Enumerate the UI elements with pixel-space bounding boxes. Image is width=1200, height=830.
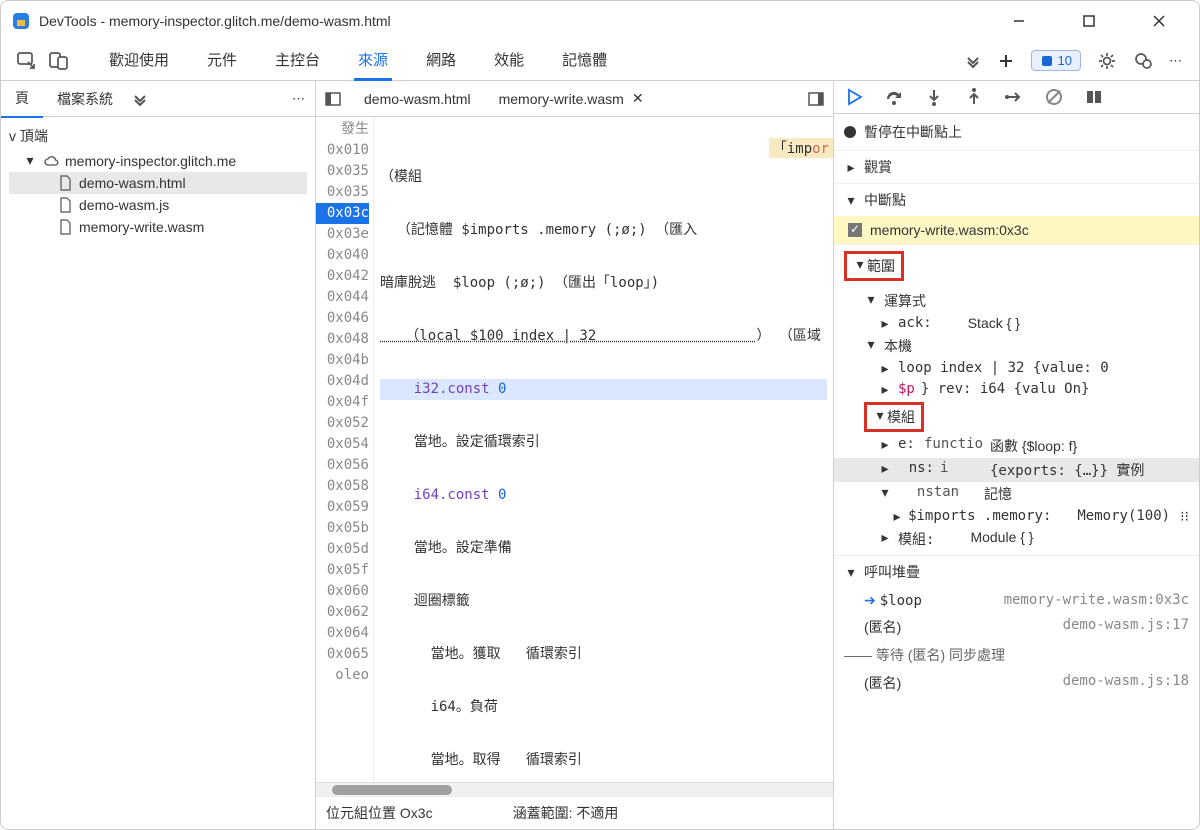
callstack-frame-1[interactable]: (匿名)demo-wasm.js:17	[834, 613, 1199, 641]
editor-horizontal-scrollbar[interactable]	[316, 782, 833, 796]
tree-file-demo-html[interactable]: demo-wasm.html	[9, 172, 307, 194]
main-tabbar: 歡迎使用 元件 主控台 來源 網路 效能 記憶體 10 ⋯	[1, 41, 1199, 81]
scope-module-obj[interactable]: 模組:Module { }	[834, 527, 1199, 551]
close-button[interactable]	[1139, 6, 1179, 36]
window-title: DevTools - memory-inspector.glitch.me/de…	[39, 13, 999, 29]
editor-tab-html[interactable]: demo-wasm.html	[350, 83, 485, 115]
callstack-async-boundary: —— 等待 (匿名) 同步處理	[834, 641, 1199, 669]
status-byte-offset: 位元組位置 Ox3c	[326, 803, 433, 823]
status-coverage: 涵蓋範圍: 不適用	[513, 803, 619, 823]
titlebar: DevTools - memory-inspector.glitch.me/de…	[1, 1, 1199, 41]
gutter: 發生 0x010 0x035 0x035 0x03c 0x03e 0x040 0…	[316, 117, 374, 782]
deactivate-bp-icon[interactable]	[1044, 87, 1064, 107]
resume-icon[interactable]	[844, 87, 864, 107]
issues-count: 10	[1058, 53, 1072, 68]
tab-network[interactable]: 網路	[422, 41, 460, 81]
nav-tab-filesystem[interactable]: 檔案系統	[43, 81, 127, 117]
inspect-icon[interactable]	[16, 50, 38, 72]
feedback-icon[interactable]	[1133, 51, 1153, 71]
paused-status: 暫停在中斷點上	[834, 114, 1199, 150]
pause-exceptions-icon[interactable]	[1084, 87, 1104, 107]
breakpoint-checkbox[interactable]	[848, 223, 862, 237]
kebab-menu-icon[interactable]: ⋯	[1169, 53, 1184, 69]
step-icon[interactable]	[1004, 87, 1024, 107]
callstack-frame-2[interactable]: (匿名)demo-wasm.js:18	[834, 669, 1199, 697]
section-scope[interactable]: 範圍	[834, 244, 1199, 287]
tab-welcome[interactable]: 歡迎使用	[105, 41, 173, 81]
devtools-icon	[11, 11, 31, 31]
scope-module-header[interactable]: 模組	[834, 400, 1199, 434]
chevron-down-icon	[23, 152, 37, 169]
close-tab-icon[interactable]: ✕	[632, 90, 644, 107]
scope-stack[interactable]: ack:Stack { }	[834, 313, 1199, 334]
minimize-button[interactable]	[999, 6, 1039, 36]
editor-statusbar: 位元組位置 Ox3c 涵蓋範圍: 不適用	[316, 796, 833, 829]
debugger-pane: 暫停在中斷點上 觀賞 中斷點 memory-write.wasm:0x3c 範圍…	[834, 81, 1199, 829]
editor-tab-wasm[interactable]: memory-write.wasm ✕	[485, 82, 658, 115]
section-watch[interactable]: 觀賞	[834, 150, 1199, 183]
step-over-icon[interactable]	[884, 87, 904, 107]
scope-instance[interactable]: ns:i{exports: {…}} 實例	[834, 458, 1199, 482]
tab-console[interactable]: 主控台	[271, 41, 324, 81]
file-icon	[57, 175, 73, 191]
step-out-icon[interactable]	[964, 87, 984, 107]
callstack-frame-0[interactable]: ➔$loopmemory-write.wasm:0x3c	[834, 588, 1199, 613]
nav-tab-page[interactable]: 頁	[1, 81, 43, 118]
tree-file-wasm[interactable]: memory-write.wasm	[9, 216, 307, 238]
section-callstack[interactable]: 呼叫堆疊	[834, 555, 1199, 588]
code-content[interactable]: 「impor （模組 （記憶體 $imports .memory (;ø;) （…	[374, 117, 833, 782]
section-breakpoints[interactable]: 中斷點	[834, 183, 1199, 216]
file-icon	[57, 197, 73, 213]
maximize-button[interactable]	[1069, 6, 1109, 36]
tab-elements[interactable]: 元件	[203, 41, 241, 81]
editor-tabbar: demo-wasm.html memory-write.wasm ✕	[316, 81, 833, 117]
navigator-pane: 頁 檔案系統 ⋯ v 頂端 memory-inspector.glitch.me…	[1, 81, 316, 829]
window: DevTools - memory-inspector.glitch.me/de…	[0, 0, 1200, 830]
file-tree: v 頂端 memory-inspector.glitch.me demo-was…	[1, 117, 315, 244]
scope-body: 運算式 ack:Stack { } 本機 loop index | 32 {va…	[834, 287, 1199, 555]
window-controls	[999, 6, 1189, 36]
editor-pane: demo-wasm.html memory-write.wasm ✕ 發生 0x…	[316, 81, 834, 829]
more-tabs-icon[interactable]	[965, 53, 981, 69]
file-icon	[57, 219, 73, 235]
scope-nstan[interactable]: nstan記憶	[834, 482, 1199, 506]
tree-file-demo-js[interactable]: demo-wasm.js	[9, 194, 307, 216]
paused-dot-icon	[844, 126, 856, 138]
tab-sources[interactable]: 來源	[354, 41, 392, 81]
issues-badge[interactable]: 10	[1031, 50, 1081, 71]
tab-performance[interactable]: 效能	[490, 41, 528, 81]
scope-p[interactable]: $p} rev: i64 {valu On}	[834, 379, 1199, 400]
tree-origin[interactable]: memory-inspector.glitch.me	[9, 149, 307, 172]
scope-local[interactable]: 本機	[834, 334, 1199, 358]
breakpoint-item[interactable]: memory-write.wasm:0x3c	[834, 216, 1199, 244]
toggle-debug-icon[interactable]	[799, 84, 833, 114]
settings-icon[interactable]	[1097, 51, 1117, 71]
scope-functions[interactable]: e:functio函數 {$loop: f}	[834, 434, 1199, 458]
cloud-icon	[43, 153, 59, 169]
scope-loopindex[interactable]: loop index | 32 {value: 0	[834, 358, 1199, 379]
navigator-tabs: 頁 檔案系統 ⋯	[1, 81, 315, 117]
add-icon[interactable]	[997, 52, 1015, 70]
tab-memory[interactable]: 記憶體	[558, 41, 611, 81]
debugger-toolbar	[834, 81, 1199, 114]
top-hint-badge: 「impor	[769, 138, 833, 158]
memory-inspect-icon[interactable]: ⁝⁝	[1180, 508, 1189, 525]
toggle-nav-icon[interactable]	[316, 84, 350, 114]
nav-kebab-icon[interactable]: ⋯	[282, 83, 315, 115]
scope-highlight-box: 範圍	[844, 251, 904, 281]
tree-top-frame[interactable]: v 頂端	[9, 123, 307, 149]
scope-imports-memory[interactable]: $imports .memory:Memory(100)⁝⁝	[834, 506, 1199, 527]
nav-more-chevron-icon[interactable]	[127, 84, 153, 114]
scope-expression[interactable]: 運算式	[834, 289, 1199, 313]
step-into-icon[interactable]	[924, 87, 944, 107]
code-editor[interactable]: 發生 0x010 0x035 0x035 0x03c 0x03e 0x040 0…	[316, 117, 833, 782]
device-toggle-icon[interactable]	[48, 50, 70, 72]
